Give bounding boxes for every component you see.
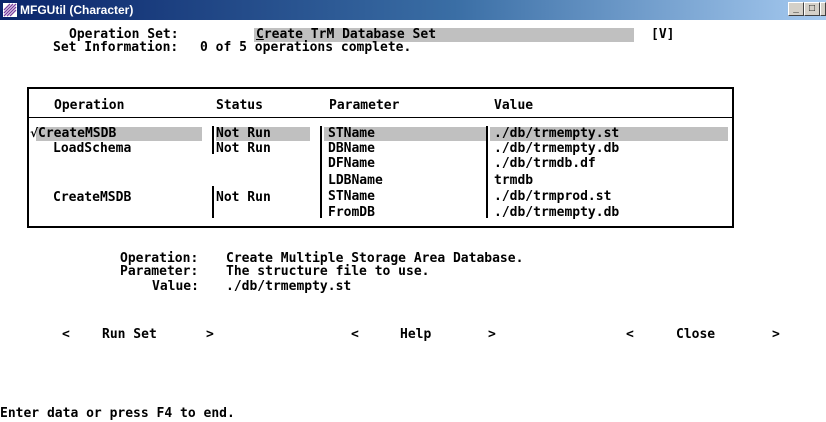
value-cell[interactable]: ./db/trmempty.st bbox=[494, 126, 619, 141]
column-header-parameter: Parameter bbox=[329, 98, 400, 113]
close-right-bracket: > bbox=[772, 327, 780, 342]
detail-parameter-value: The structure file to use. bbox=[226, 264, 430, 279]
status-line: Enter data or press F4 to end. bbox=[0, 406, 235, 421]
parameter-cell[interactable]: LDBName bbox=[328, 173, 383, 188]
close-left-bracket: < bbox=[626, 327, 634, 342]
table-header-separator bbox=[29, 117, 732, 118]
minimize-icon: _ bbox=[793, 3, 799, 14]
column-header-operation: Operation bbox=[54, 98, 125, 113]
status-cell: Not Run bbox=[216, 190, 271, 205]
parameter-cell[interactable]: DFName bbox=[328, 156, 375, 171]
title-bar: MFGUtil (Character) _ □ × bbox=[0, 0, 826, 20]
minimize-button[interactable]: _ bbox=[788, 2, 804, 16]
column-header-status: Status bbox=[216, 98, 263, 113]
parameter-cell[interactable]: STName bbox=[328, 189, 375, 204]
help-left-bracket: < bbox=[351, 327, 359, 342]
parameter-cell[interactable]: FromDB bbox=[328, 205, 375, 220]
status-column-bar bbox=[212, 126, 214, 154]
maximize-button[interactable]: □ bbox=[804, 2, 820, 16]
set-info-label: Set Information: bbox=[53, 40, 179, 55]
value-cell[interactable]: ./db/trmprod.st bbox=[494, 189, 611, 204]
column-header-value: Value bbox=[494, 98, 534, 113]
status-column-bar bbox=[212, 186, 214, 218]
run-set-left-bracket: < bbox=[62, 327, 70, 342]
set-info-value: 0 of 5 operations complete. bbox=[200, 40, 412, 55]
value-cell[interactable]: ./db/trmempty.db bbox=[494, 205, 619, 220]
status-cell: Not Run bbox=[216, 126, 271, 141]
help-label: Help bbox=[400, 327, 432, 342]
selected-check-icon: √ bbox=[30, 126, 39, 140]
maximize-icon: □ bbox=[808, 3, 816, 14]
operation-cell[interactable]: CreateMSDB bbox=[53, 190, 131, 205]
operation-cell[interactable]: LoadSchema bbox=[53, 141, 131, 156]
value-cell[interactable]: ./db/trmdb.df bbox=[494, 156, 596, 171]
status-cell: Not Run bbox=[216, 141, 271, 156]
value-cell[interactable]: trmdb bbox=[494, 173, 533, 188]
detail-value-label: Value: bbox=[152, 279, 199, 294]
help-right-bracket: > bbox=[488, 327, 496, 342]
close-label: Close bbox=[676, 327, 716, 342]
window-title: MFGUtil (Character) bbox=[20, 3, 134, 17]
parameter-cell[interactable]: STName bbox=[328, 126, 375, 141]
operation-cell[interactable]: CreateMSDB bbox=[38, 126, 116, 141]
close-window-button[interactable]: × bbox=[820, 2, 826, 16]
detail-parameter-label: Parameter: bbox=[120, 264, 199, 279]
parameter-cell[interactable]: DBName bbox=[328, 141, 375, 156]
value-cell[interactable]: ./db/trmempty.db bbox=[494, 141, 619, 156]
run-set-right-bracket: > bbox=[206, 327, 214, 342]
parameter-column-bar bbox=[320, 126, 322, 218]
value-column-bar bbox=[486, 126, 488, 218]
operation-set-flag: [V] bbox=[651, 27, 675, 42]
run-set-label: Run Set bbox=[102, 327, 157, 342]
detail-value-value: ./db/trmempty.st bbox=[226, 279, 352, 294]
app-icon bbox=[3, 3, 17, 17]
